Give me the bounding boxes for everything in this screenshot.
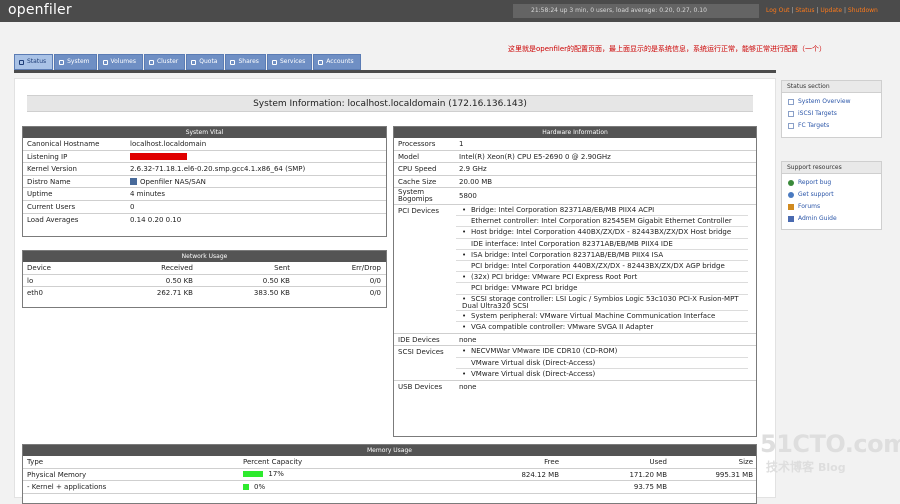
list-item: PCI bridge: Intel Corporation 440BX/ZX/D… [456,261,748,273]
support-resources-heading: Support resources [782,162,881,174]
table-row: IDE Devices none [394,334,756,347]
list-item: • ISA bridge: Intel Corporation 82371AB/E… [456,250,748,261]
sidebar-item-report-bug[interactable]: Report bug [782,177,881,189]
support-resources-box: Support resources Report bug Get support… [781,161,882,230]
tab-services[interactable]: Services [266,54,313,70]
forum-icon [788,203,794,210]
status-link[interactable]: Status [795,7,814,14]
page-icon [788,122,794,129]
top-links: Log Out | Status | Update | Shutdown [766,7,878,14]
page-title: System Information: localhost.localdomai… [27,95,753,112]
table-row: Load Averages 0.14 0.20 0.10 [27,215,182,224]
sidebar-item-system-overview[interactable]: System Overview [782,96,881,108]
system-vital-heading: System Vital [23,127,386,138]
table-row: CPU Speed 2.9 GHz [394,163,756,176]
memory-header-row: Type Percent Capacity Free Used Size [23,456,756,469]
list-item: • SCSI storage controller: LSI Logic / Sy… [456,295,748,311]
hardware-info-panel: Hardware Information Processors 1 Model In… [393,126,757,437]
list-item: • (32x) PCI bridge: VMware PCI Express Ro… [456,272,748,284]
accounts-icon [318,59,324,65]
system-icon [59,59,65,65]
table-row: Uptime 4 minutes [23,188,386,201]
table-row: System Bogomips 5800 [394,188,756,205]
table-row: Model Intel(R) Xeon(R) CPU E5-2690 0 @ 2.… [394,151,756,163]
update-link[interactable]: Update [820,7,842,14]
table-row: Kernel Version 2.6.32-71.18.1.el6-0.20.sm… [23,163,386,176]
table-row: Physical Memory 17% 824.12 MB 171.20 MB … [23,469,756,481]
tab-shares[interactable]: Shares [225,54,266,70]
tab-quota[interactable]: Quota [186,54,225,70]
memory-usage-heading: Memory Usage [23,445,756,456]
openfiler-logo: openfiler [8,2,72,18]
tab-accounts[interactable]: Accounts [313,54,361,70]
list-item: VMware Virtual disk (Direct-Access) [456,358,748,369]
book-icon [788,215,794,222]
redacted-ip [130,153,187,161]
table-row: Canonical Hostname localhost.localdomain [23,138,386,151]
system-vital-panel: System Vital Canonical Hostname localhost… [22,126,387,237]
status-section-heading: Status section [782,81,881,93]
status-icon [19,59,24,65]
table-row: Distro Name Openfiler NAS/SAN [23,176,386,189]
table-row: Current Users 0 [23,201,386,214]
shutdown-link[interactable]: Shutdown [848,7,878,14]
capacity-bar [243,483,249,490]
table-row: USB Devices none [398,382,477,391]
table-row: - Kernel + applications 0% 93.75 MB [23,481,756,494]
page-icon [788,98,794,105]
network-usage-panel: Network Usage Device Received Sent Err/D… [22,250,387,308]
main-tabs: Status System Volumes Cluster Quota Shar… [14,54,361,70]
network-header-row: Device Received Sent Err/Drop [23,262,386,275]
list-item: • VGA compatible controller: VMware SVGA … [462,322,654,331]
list-item: PCI bridge: VMware PCI bridge [456,283,748,295]
tab-status[interactable]: Status [14,54,54,70]
shares-icon [230,59,236,65]
list-item: • NECVMWar VMware IDE CDR10 (CD-ROM) [456,346,748,358]
table-row: lo 0.50 KB 0.50 KB 0/0 [23,275,386,288]
pci-devices-row: PCI Devices • Bridge: Intel Corporation 8… [394,205,756,334]
bug-icon [788,179,794,186]
table-row: eth0 262.71 KB 383.50 KB 0/0 [27,289,381,298]
scsi-device-list: • NECVMWar VMware IDE CDR10 (CD-ROM) VMwa… [456,346,756,380]
annotation-note: 这里就是openfiler的配置页面，最上面显示的是系统信息，系统运行正常，能够… [508,45,827,53]
list-item: • Bridge: Intel Corporation 82371AB/EB/MB… [456,205,748,217]
sidebar-item-fc-targets[interactable]: FC Targets [782,120,881,132]
tab-volumes[interactable]: Volumes [97,54,143,70]
capacity-bar [243,471,264,478]
hardware-info-heading: Hardware Information [394,127,756,138]
tab-system[interactable]: System [54,54,97,70]
table-row: Cache Size 20.00 MB [394,176,756,188]
sidebar-item-admin-guide[interactable]: Admin Guide [782,213,881,225]
network-usage-heading: Network Usage [23,251,386,262]
tab-underline [14,70,776,73]
support-icon [788,191,794,198]
sidebar-item-get-support[interactable]: Get support [782,189,881,201]
table-row: Listening IP [23,151,386,164]
memory-usage-panel: Memory Usage Type Percent Capacity Free … [22,444,757,504]
status-section-box: Status section System Overview iSCSI Tar… [781,80,882,138]
pci-device-list: • Bridge: Intel Corporation 82371AB/EB/MB… [456,205,756,333]
cluster-icon [148,59,154,65]
table-row: Processors 1 [394,138,756,151]
list-item: Ethernet controller: Intel Corporation 8… [456,216,748,228]
list-item: IDE interface: Intel Corporation 82371AB… [456,239,748,250]
page-icon [788,110,794,117]
scsi-devices-row: SCSI Devices • NECVMWar VMware IDE CDR10 … [394,346,756,381]
logout-link[interactable]: Log Out [766,7,790,14]
list-item: • System peripheral: VMware Virtual Machi… [456,311,748,322]
sidebar-item-iscsi-targets[interactable]: iSCSI Targets [782,108,881,120]
tab-cluster[interactable]: Cluster [143,54,186,70]
quota-icon [191,59,197,65]
services-icon [271,59,277,65]
list-item: • VMware Virtual disk (Direct-Access) [462,369,596,378]
watermark: 51CTO.com 技术博客 Blog [760,430,900,474]
uptime-banner: 21:58:24 up 3 min, 0 users, load average… [513,4,759,18]
sidebar-item-forums[interactable]: Forums [782,201,881,213]
top-bar: openfiler 21:58:24 up 3 min, 0 users, lo… [0,0,900,22]
distro-icon [130,178,137,186]
volumes-icon [102,59,108,65]
list-item: • Host bridge: Intel Corporation 440BX/ZX… [456,227,748,239]
